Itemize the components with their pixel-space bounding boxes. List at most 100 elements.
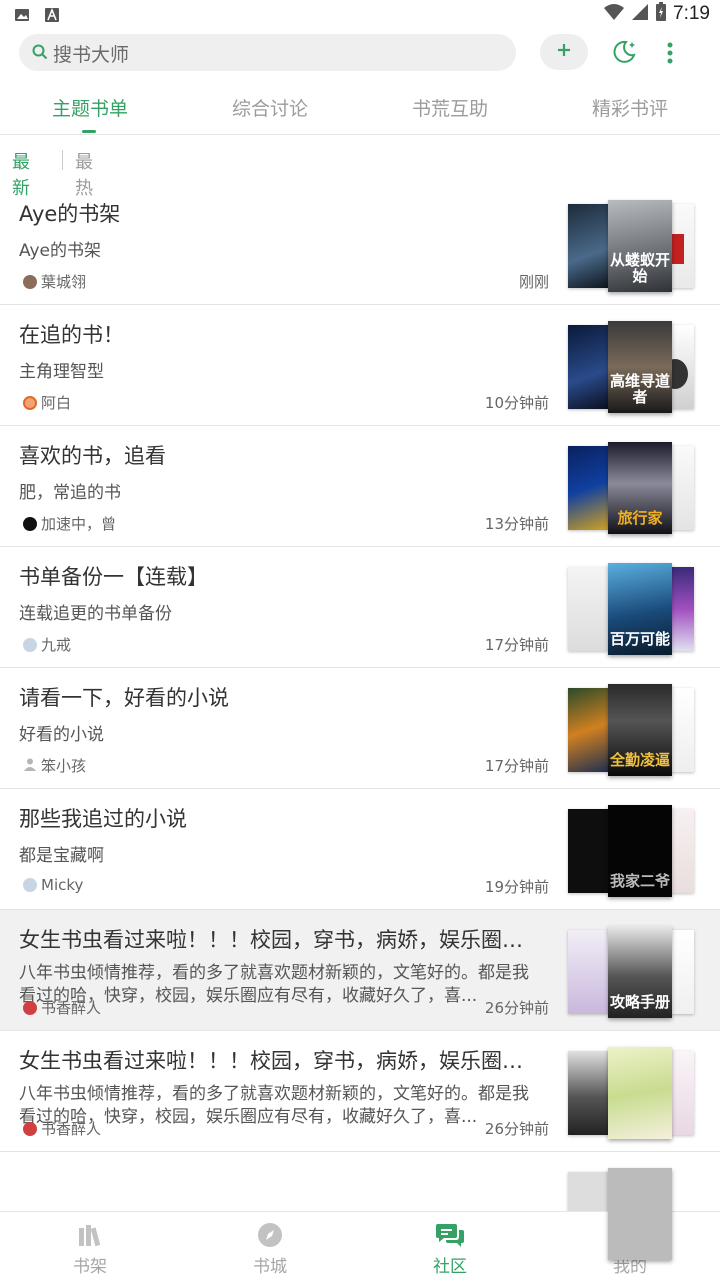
booklist-time: 17分钟前: [484, 636, 549, 654]
chat-icon: [435, 1222, 465, 1248]
cover-stack: 旅行家: [566, 442, 698, 534]
booklist-time: 26分钟前: [484, 999, 549, 1017]
tab-topic-booklists[interactable]: 主题书单: [0, 94, 180, 121]
nav-label: 书城: [253, 1257, 287, 1277]
list-item[interactable]: 喜欢的书，追看 肥，常追的书 加速中，曾 13分钟前 旅行家: [0, 426, 720, 547]
book-cover: [568, 567, 608, 651]
booklist-time: 19分钟前: [484, 878, 549, 896]
search-icon: [31, 43, 49, 65]
book-cover: 百万可能: [608, 563, 672, 655]
booklist-title: 那些我追过的小说: [19, 807, 187, 831]
booklist-author: 加速中，曾: [23, 513, 116, 534]
booklist-title: 女生书虫看过来啦！！！校园，穿书，病娇，娱乐圈瞅...: [19, 1049, 539, 1073]
book-cover: 从蝼蚁开始: [608, 200, 672, 292]
author-name: 书香醉人: [41, 1120, 102, 1138]
book-cover: 旅行家: [608, 442, 672, 534]
tab-indicator: [82, 130, 96, 133]
booklist-time: 17分钟前: [484, 757, 549, 775]
cover-stack: 高维寻道者: [566, 321, 698, 413]
cover-title: 我家二爷: [609, 872, 670, 890]
tab-book-reviews[interactable]: 精彩书评: [540, 94, 720, 121]
font-notification-icon: [44, 7, 60, 27]
book-cover: [568, 809, 608, 893]
avatar: [23, 637, 37, 652]
booklist-title: 喜欢的书，追看: [19, 444, 166, 468]
booklist-author: 阿白: [23, 392, 71, 413]
cover-stack: 我家二爷: [566, 805, 698, 897]
book-cover: [568, 688, 608, 772]
compass-icon: [255, 1222, 285, 1248]
author-name: 葉城翎: [41, 273, 87, 291]
list-item[interactable]: 请看一下，好看的小说 好看的小说 笨小孩 17分钟前 全勤凌逼: [0, 668, 720, 789]
author-name: Micky: [41, 876, 84, 894]
list-item[interactable]: 在追的书！ 主角理智型 阿白 10分钟前 高维寻道者: [0, 305, 720, 426]
booklist-title: 女生书虫看过来啦！！！校园，穿书，病娇，娱乐圈瞅...: [19, 928, 539, 952]
booklist-time: 13分钟前: [484, 515, 549, 533]
avatar: [23, 1121, 37, 1136]
signal-icon: [631, 3, 649, 25]
add-button[interactable]: [540, 34, 588, 70]
list-item[interactable]: 女生书虫看过来啦！！！校园，穿书，病娇，娱乐圈瞅... 八年书虫倾情推荐，看的多…: [0, 910, 720, 1031]
cover-stack: 从蝼蚁开始: [566, 200, 698, 292]
status-bar: 7:19: [0, 0, 720, 30]
list-item[interactable]: 那些我追过的小说 都是宝藏啊 Micky 19分钟前 我家二爷: [0, 789, 720, 910]
sort-divider: [62, 150, 63, 170]
night-mode-button[interactable]: [610, 38, 640, 68]
cover-stack: 攻略手册: [566, 926, 698, 1018]
author-name: 九戒: [41, 636, 72, 654]
tab-bar: 主题书单 综合讨论 书荒互助 精彩书评: [0, 86, 720, 134]
cover-title: 百万可能: [609, 630, 670, 648]
booklist-time: 刚刚: [518, 273, 549, 291]
cover-stack: [566, 1047, 698, 1139]
cover-title: 全勤凌逼: [609, 751, 670, 769]
book-cover: 攻略手册: [608, 926, 672, 1018]
avatar: [23, 878, 37, 892]
cover-title: 高维寻道者: [609, 372, 670, 406]
author-name: 加速中，曾: [41, 515, 117, 533]
cover-stack: 百万可能: [566, 563, 698, 655]
author-name: 阿白: [41, 394, 72, 412]
booklist-author: 葉城翎: [23, 271, 86, 292]
tab-general-discussion[interactable]: 综合讨论: [180, 94, 360, 121]
default-avatar-icon: [23, 757, 37, 775]
booklist-author: 书香醉人: [23, 1118, 101, 1139]
avatar: [23, 395, 37, 410]
wifi-icon: [603, 3, 625, 25]
booklist-author: 九戒: [23, 634, 71, 655]
more-vertical-icon: [660, 42, 680, 72]
moon-icon: [610, 40, 638, 70]
booklist-desc: 好看的小说: [19, 725, 104, 745]
gallery-notification-icon: [14, 7, 30, 27]
book-cover: 我家二爷: [608, 805, 672, 897]
list-item[interactable]: Aye的书架 Aye的书架 葉城翎 刚刚 从蝼蚁开始: [0, 184, 720, 305]
search-input[interactable]: 搜书大师: [19, 34, 516, 71]
cover-title: 从蝼蚁开始: [609, 251, 670, 285]
booklist-time: 26分钟前: [484, 1120, 549, 1138]
booklist-desc: 主角理智型: [19, 362, 104, 382]
book-cover: 全勤凌逼: [608, 684, 672, 776]
booklist-author: Micky: [23, 876, 83, 894]
book-cover: [608, 1047, 672, 1139]
booklist-title: 在追的书！: [19, 323, 124, 347]
tabs-divider: [0, 134, 720, 135]
nav-bookshelf[interactable]: 书架: [0, 1222, 180, 1277]
book-cover: [568, 204, 608, 288]
author-name: 笨小孩: [41, 757, 87, 775]
list-item[interactable]: 书单备份一【连载】 连载追更的书单备份 九戒 17分钟前 百万可能: [0, 547, 720, 668]
author-name: 书香醉人: [41, 999, 102, 1017]
nav-label: 社区: [433, 1257, 467, 1277]
booklist-desc: 肥，常追的书: [19, 483, 121, 503]
search-placeholder: 搜书大师: [53, 44, 130, 66]
tab-book-help[interactable]: 书荒互助: [360, 94, 540, 121]
cover-title: 攻略手册: [609, 993, 670, 1011]
book-cover: [568, 325, 608, 409]
nav-bookstore[interactable]: 书城: [180, 1222, 360, 1277]
booklist-desc: 连载追更的书单备份: [19, 604, 172, 624]
cover-title: 旅行家: [617, 509, 663, 527]
more-button[interactable]: [660, 38, 680, 68]
avatar: [23, 274, 37, 289]
nav-community[interactable]: 社区: [360, 1222, 540, 1277]
list-item[interactable]: 女生书虫看过来啦！！！校园，穿书，病娇，娱乐圈瞅... 八年书虫倾情推荐，看的多…: [0, 1031, 720, 1152]
book-cover: 高维寻道者: [608, 321, 672, 413]
nav-label: 书架: [73, 1257, 107, 1277]
